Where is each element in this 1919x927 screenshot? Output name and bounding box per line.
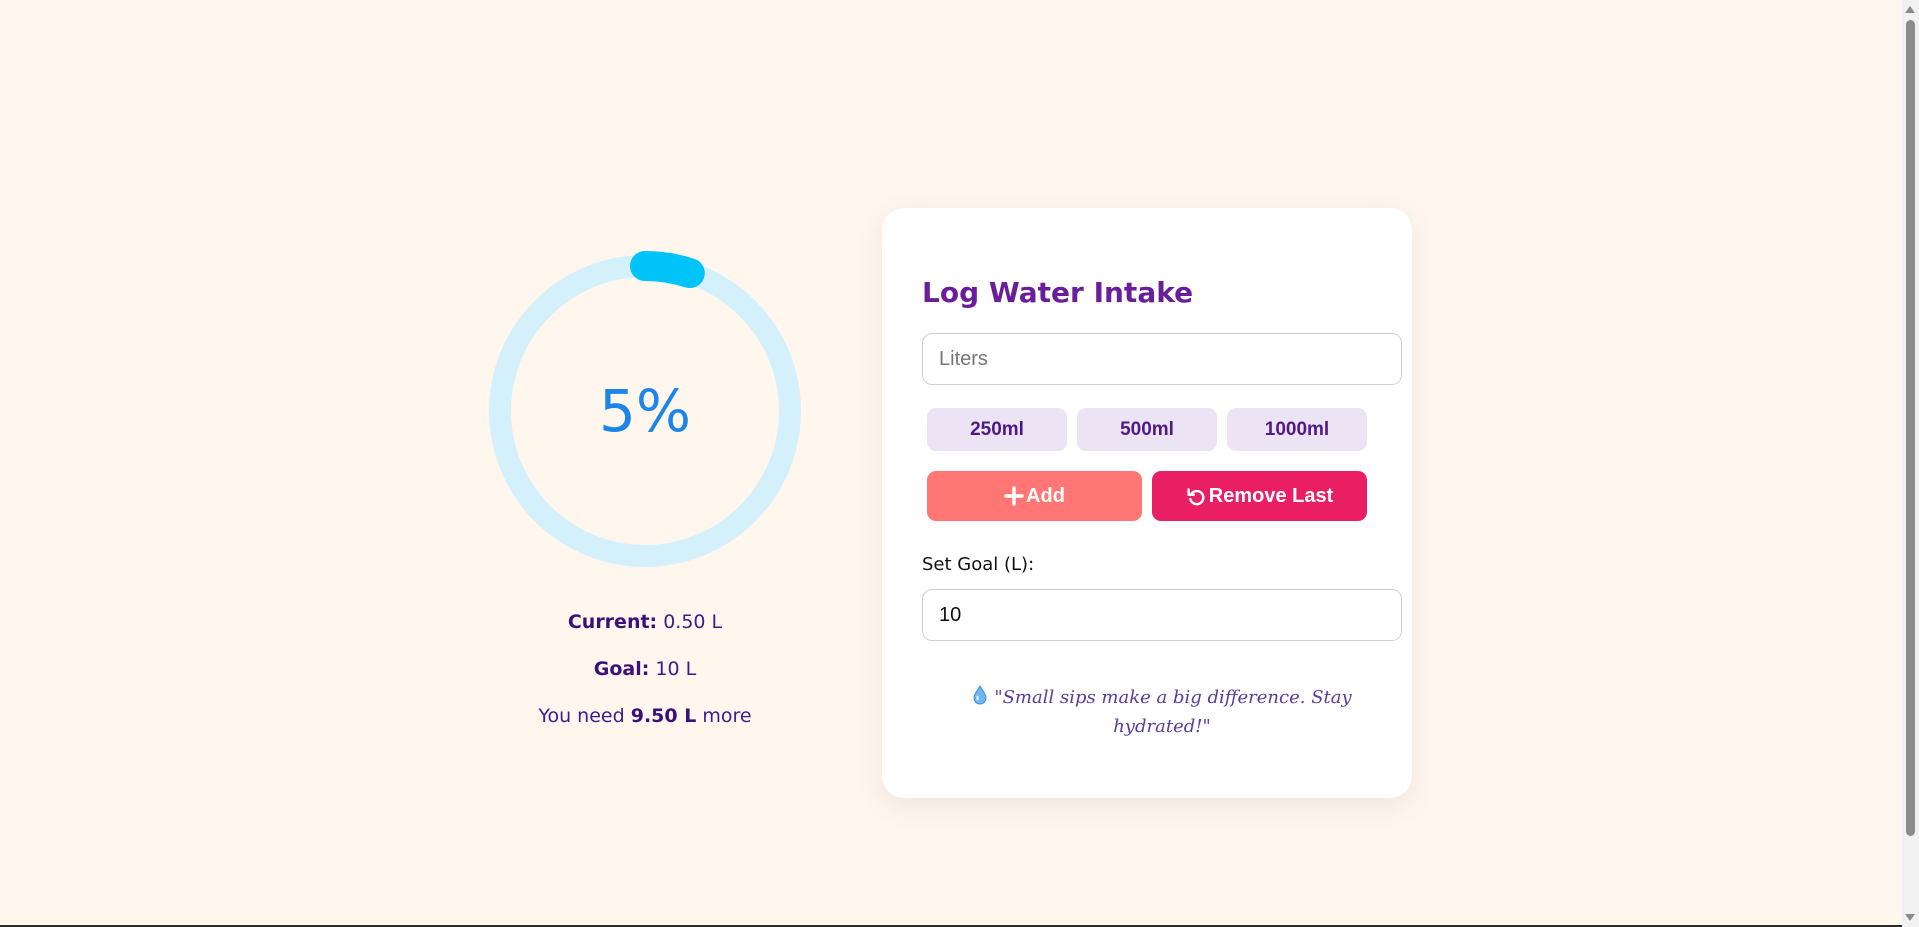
quote-text: "Small sips make a big difference. Stay … [994,687,1352,737]
quick-add-250ml-button[interactable]: 250ml [927,408,1067,451]
goal-field-label: Set Goal (L): [922,554,1035,575]
add-button-label: Add [1026,484,1065,507]
current-stat: Current: 0.50 L [445,611,845,633]
need-suffix: more [702,705,752,727]
quick-add-1000ml-button[interactable]: 1000ml [1227,408,1367,451]
need-prefix: You need [538,705,625,727]
quick-add-500ml-button[interactable]: 500ml [1077,408,1217,451]
goal-value: 10 L [655,658,697,680]
water-drop-icon [972,685,988,713]
goal-label: Goal: [593,658,650,680]
remove-last-button[interactable]: Remove Last [1152,471,1367,521]
goal-input[interactable] [922,589,1402,641]
progress-percent: 5% [598,377,691,445]
goal-stat: Goal: 10 L [445,658,845,680]
scroll-up-arrow-icon[interactable] [1905,6,1915,13]
add-button[interactable]: Add [927,471,1142,521]
motivational-quote: "Small sips make a big difference. Stay … [942,684,1382,740]
current-label: Current: [567,611,658,633]
scrollbar-thumb[interactable] [1906,20,1915,836]
liters-input[interactable] [922,333,1402,385]
page-scrollbar[interactable] [1902,0,1919,927]
log-intake-card: Log Water Intake 250ml 500ml 1000ml Add … [882,208,1412,798]
plus-icon [1004,486,1024,506]
card-title: Log Water Intake [922,276,1194,309]
undo-icon [1186,486,1207,507]
remaining-stat: You need 9.50 L more [445,705,845,727]
remove-last-button-label: Remove Last [1208,484,1334,507]
page: 5% Current: 0.50 L Goal: 10 L You need 9… [0,0,1919,927]
scroll-down-arrow-icon[interactable] [1905,914,1915,921]
need-value: 9.50 L [630,705,697,727]
current-value: 0.50 L [663,611,723,633]
progress-ring: 5% [485,251,805,571]
